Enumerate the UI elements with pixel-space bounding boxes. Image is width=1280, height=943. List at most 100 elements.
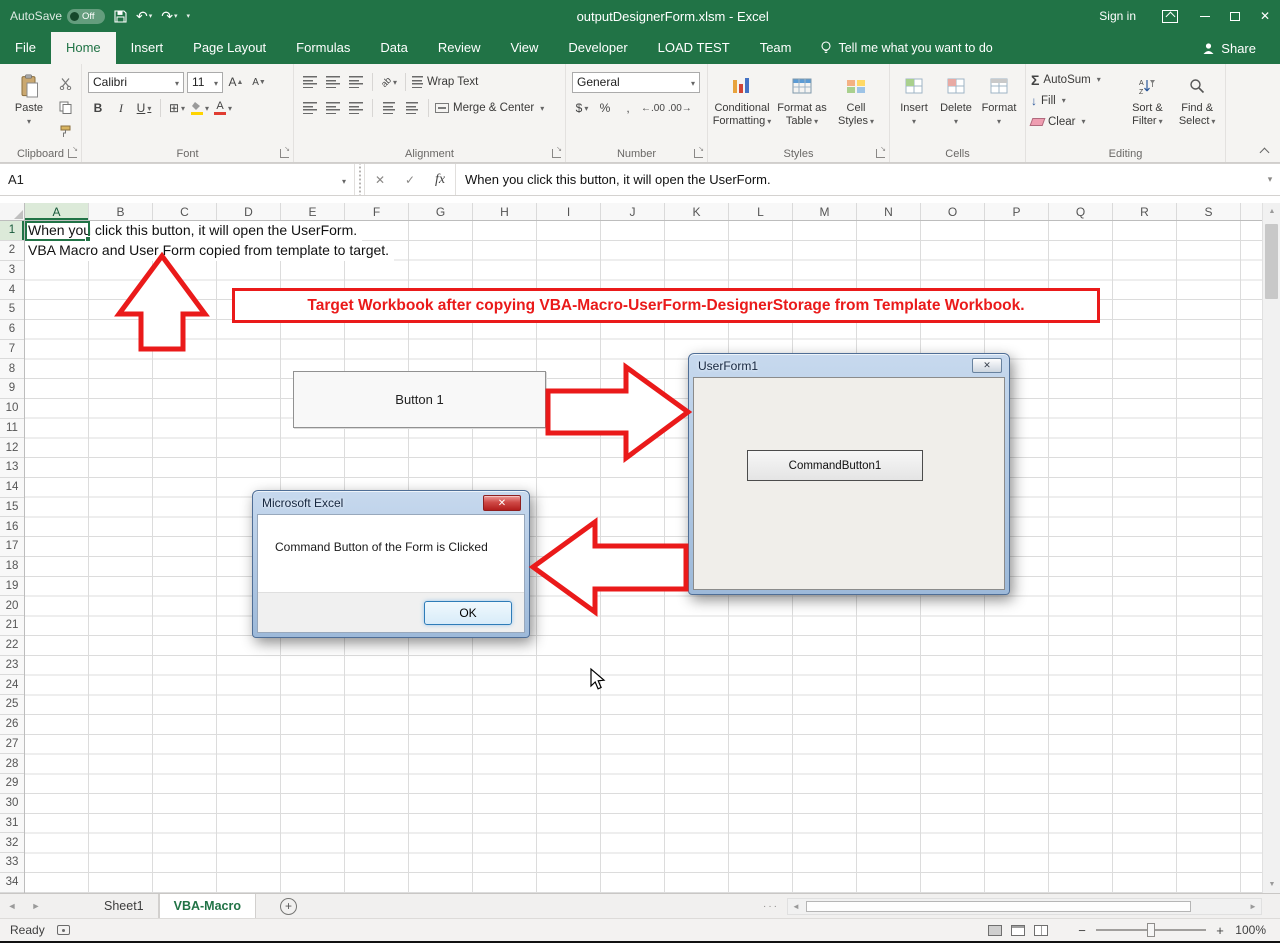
row-header-34[interactable]: 34 [0,873,24,893]
row-header-16[interactable]: 16 [0,517,24,537]
macro-record-icon[interactable] [56,925,70,935]
row-header-13[interactable]: 13 [0,458,24,478]
top-align-button[interactable] [300,72,320,92]
ribbon-tab-home[interactable]: Home [50,32,116,64]
maximize-button[interactable] [1220,0,1250,32]
column-header-O[interactable]: O [921,203,985,220]
minimize-button[interactable] [1190,0,1220,32]
column-header-I[interactable]: I [537,203,601,220]
page-break-preview-button[interactable] [1034,924,1048,936]
column-header-M[interactable]: M [793,203,857,220]
alignment-dialog-launcher[interactable] [552,145,562,158]
column-header-G[interactable]: G [409,203,473,220]
row-header-25[interactable]: 25 [0,695,24,715]
accounting-format-button[interactable]: $ [572,98,592,118]
row-header-7[interactable]: 7 [0,340,24,360]
column-header-B[interactable]: B [89,203,153,220]
horizontal-scrollbar-thumb[interactable] [806,900,1191,912]
close-button[interactable]: ✕ [1250,0,1280,32]
decrease-indent-button[interactable] [379,98,399,118]
row-header-1[interactable]: 1 [0,221,24,241]
percent-style-button[interactable]: % [595,98,615,118]
fill-button[interactable]: ↓ Fill [1029,90,1123,111]
clear-button[interactable]: Clear [1029,111,1123,132]
styles-dialog-launcher[interactable] [876,145,886,158]
delete-cells-button[interactable]: Delete [935,69,977,145]
scroll-down-icon[interactable]: ▼ [1263,876,1280,893]
row-header-15[interactable]: 15 [0,498,24,518]
tell-me-box[interactable]: Tell me what you want to do [820,32,993,64]
merge-center-button[interactable]: Merge & Center [435,98,544,118]
number-dialog-launcher[interactable] [694,145,704,158]
borders-button[interactable]: ⊞ [167,98,187,118]
orientation-button[interactable]: ab [379,72,399,92]
find-select-button[interactable]: Find & Select [1172,69,1222,145]
row-header-27[interactable]: 27 [0,735,24,755]
column-header-A[interactable]: A [25,203,89,220]
column-header-D[interactable]: D [217,203,281,220]
column-header-C[interactable]: C [153,203,217,220]
vertical-scrollbar-thumb[interactable] [1265,224,1278,299]
row-header-23[interactable]: 23 [0,656,24,676]
userform-close-button[interactable]: ✕ [972,358,1002,373]
conditional-formatting-button[interactable]: Conditional Formatting [711,69,773,145]
horizontal-scrollbar-track[interactable] [804,899,1245,914]
autosum-button[interactable]: Σ AutoSum [1029,69,1123,90]
align-center-button[interactable] [323,98,343,118]
formula-bar-handle[interactable] [355,164,365,195]
decrease-decimal-button[interactable]: .00→ [668,98,692,118]
formula-input[interactable]: When you click this button, it will open… [455,164,1260,195]
fill-handle[interactable] [84,236,91,243]
row-header-4[interactable]: 4 [0,280,24,300]
sheet-nav-left-button[interactable]: ◄ [0,894,24,918]
copy-button[interactable] [55,97,75,117]
align-right-button[interactable] [346,98,366,118]
share-button[interactable]: Share [1192,32,1266,64]
scroll-up-icon[interactable]: ▲ [1263,203,1280,220]
row-header-5[interactable]: 5 [0,300,24,320]
row-header-11[interactable]: 11 [0,419,24,439]
row-header-10[interactable]: 10 [0,399,24,419]
redo-button[interactable]: ↷ ▾ [161,8,177,25]
increase-indent-button[interactable] [402,98,422,118]
row-header-19[interactable]: 19 [0,577,24,597]
vertical-scrollbar[interactable]: ▲ ▼ [1262,203,1280,893]
row-header-31[interactable]: 31 [0,814,24,834]
increase-font-size-button[interactable]: A ▲ [226,72,246,92]
msgbox-ok-button[interactable]: OK [424,600,512,625]
ribbon-display-options-icon[interactable] [1162,9,1178,23]
scroll-left-icon[interactable]: ◄ [788,902,804,911]
row-header-28[interactable]: 28 [0,754,24,774]
name-box[interactable]: A1 [0,164,355,195]
ribbon-tab-review[interactable]: Review [423,32,496,64]
row-header-20[interactable]: 20 [0,596,24,616]
column-header-S[interactable]: S [1177,203,1241,220]
column-header-K[interactable]: K [665,203,729,220]
zoom-in-button[interactable]: + [1212,923,1228,938]
bold-button[interactable]: B [88,98,108,118]
underline-button[interactable]: U [134,98,154,118]
decrease-font-size-button[interactable]: A ▼ [249,72,269,92]
msgbox-close-button[interactable]: ✕ [483,495,521,511]
row-header-14[interactable]: 14 [0,478,24,498]
autosave-switch[interactable]: Off [67,8,106,24]
column-header-J[interactable]: J [601,203,665,220]
zoom-out-button[interactable]: − [1074,923,1090,938]
sort-filter-button[interactable]: AZ Sort & Filter [1123,69,1173,145]
undo-button[interactable]: ↶ ▾ [136,8,152,25]
enter-entry-button[interactable]: ✓ [395,164,425,195]
italic-button[interactable]: I [111,98,131,118]
column-header-E[interactable]: E [281,203,345,220]
font-size-combo[interactable]: 11 [187,71,223,93]
tab-scroll-splitter[interactable]: ··· [763,901,787,912]
column-header-P[interactable]: P [985,203,1049,220]
row-header-2[interactable]: 2 [0,241,24,261]
ribbon-tab-team[interactable]: Team [745,32,807,64]
comma-style-button[interactable]: , [618,98,638,118]
autosave-toggle[interactable]: AutoSave Off [10,8,106,24]
insert-function-button[interactable]: fx [425,164,455,195]
formula-bar-expand-icon[interactable]: ▾ [1260,164,1280,195]
row-header-22[interactable]: 22 [0,636,24,656]
ribbon-tab-formulas[interactable]: Formulas [281,32,365,64]
sheet-tab-vba-macro[interactable]: VBA-Macro [158,894,256,918]
